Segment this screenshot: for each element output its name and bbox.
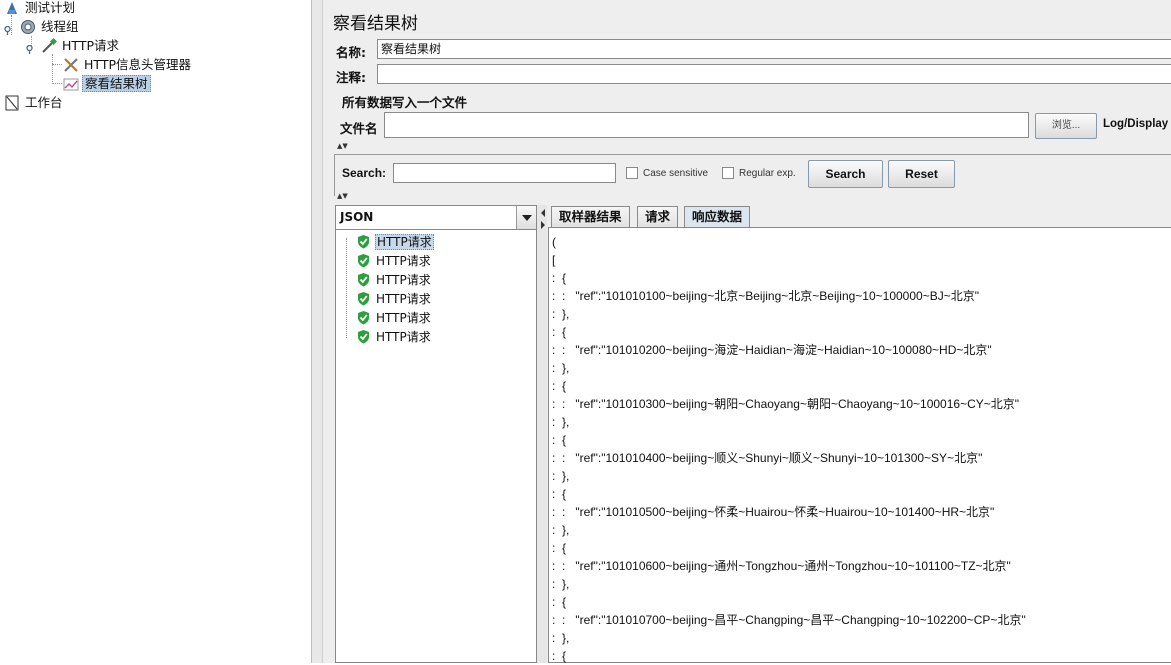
success-shield-icon [356,329,371,344]
pipette-icon [41,37,58,54]
regular-exp-label: Regular exp. [739,168,796,179]
tools-icon [63,57,79,73]
gear-icon [20,19,36,35]
response-line: : }, [552,307,570,321]
tree-connector [52,54,53,84]
response-line: : }, [552,415,570,429]
list-item[interactable]: HTTP请求 [356,270,432,288]
test-plan-icon [4,0,20,16]
case-sensitive-label: Case sensitive [643,168,709,179]
response-line: : : "ref":"101010200~beijing~海淀~Haidian~… [552,343,992,357]
test-plan-tree[interactable]: 测试计划 线程组 HTTP请求 HTTP信息头管理器 察看结果树 工作台 [0,0,311,663]
tree-node-test-plan[interactable]: 测试计划 [4,0,77,16]
result-tree-panel: 察看结果树 名称: 察看结果树 注释: 所有数据写入一个文件 文件名 浏览...… [323,0,1171,663]
comment-label: 注释: [336,70,366,85]
renderer-select[interactable]: JSON [336,206,536,230]
workbench-icon [4,95,20,111]
response-line: : }, [552,577,570,591]
list-item-label: HTTP请求 [376,329,431,344]
response-line: : { [552,433,567,447]
tree-node-result-tree[interactable]: 察看结果树 [63,74,151,92]
filename-label: 文件名 [340,121,378,136]
search-button[interactable]: Search [808,160,883,188]
expand-toggle-icon[interactable] [25,41,34,54]
comment-field[interactable] [377,64,1171,84]
response-line: : : "ref":"101010500~beijing~怀柔~Huairou~… [552,505,995,519]
response-line: : }, [552,361,570,375]
list-item[interactable]: HTTP请求 [356,327,432,345]
regular-exp-checkbox[interactable] [722,167,734,179]
tree-node-thread-group[interactable]: 线程组 [4,17,81,35]
tree-node-http-request[interactable]: HTTP请求 [25,36,121,54]
success-shield-icon [356,234,371,249]
tree-connector [52,64,62,65]
response-data-view[interactable]: ( [ : { : : "ref":"101010100~beijing~北京~Bei… [548,227,1171,663]
response-line: ( [552,235,556,249]
case-sensitive-checkbox[interactable] [626,167,638,179]
collapse-arrows-icon[interactable]: ▲▼ [337,193,348,200]
response-line: : { [552,541,567,555]
list-item-label: HTTP请求 [376,310,431,325]
list-item[interactable]: HTTP请求 [356,251,432,269]
tab-sampler-result[interactable]: 取样器结果 [551,206,630,227]
list-item-label: HTTP请求 [376,253,431,268]
list-item[interactable]: HTTP请求 [356,232,434,250]
response-line: : }, [552,523,570,537]
expand-toggle-icon[interactable] [3,22,12,35]
list-item-label: HTTP请求 [376,291,431,306]
page-title: 察看结果树 [333,14,418,34]
tab-response-data[interactable]: 响应数据 [684,206,751,227]
search-input[interactable] [393,163,616,183]
search-label: Search: [342,166,387,180]
response-line: : { [552,487,567,501]
collapse-arrows-icon[interactable]: ▲▼ [337,143,348,150]
response-line: : : "ref":"101010100~beijing~北京~Beijing~… [552,289,979,303]
response-line: [ [552,253,556,267]
response-line: : { [552,325,567,339]
response-line: : { [552,271,567,285]
list-item[interactable]: HTTP请求 [356,308,432,326]
chart-icon [63,76,79,92]
result-splitter[interactable] [537,205,547,663]
response-line: : }, [552,631,570,645]
name-field[interactable]: 察看结果树 [377,39,1171,59]
response-line: : { [552,379,567,393]
tree-connector [52,83,62,84]
list-item[interactable]: HTTP请求 [356,289,432,307]
panel-splitter[interactable] [311,0,323,663]
log-display-label: Log/Display [1103,118,1169,130]
success-shield-icon [356,291,371,306]
reset-button[interactable]: Reset [888,160,955,188]
response-line: : : "ref":"101010700~beijing~昌平~Changpin… [552,613,1026,627]
tree-node-header-manager[interactable]: HTTP信息头管理器 [63,55,193,73]
tree-connector [346,238,347,338]
success-shield-icon [356,272,371,287]
success-shield-icon [356,253,371,268]
success-shield-icon [356,310,371,325]
list-item-label: HTTP请求 [375,233,434,250]
response-line: : : "ref":"101010300~beijing~朝阳~Chaoyang… [552,397,1020,411]
tab-request[interactable]: 请求 [637,206,679,227]
response-line: : }, [552,469,570,483]
response-line: : : "ref":"101010600~beijing~通州~Tongzhou… [552,559,1011,573]
response-line: : : "ref":"101010400~beijing~顺义~Shunyi~顺… [552,451,983,465]
response-line: : { [552,595,567,609]
browse-button[interactable]: 浏览... [1035,113,1097,139]
file-section-title: 所有数据写入一个文件 [342,95,468,110]
renderer-selected-value: JSON [340,210,374,224]
tree-node-workbench[interactable]: 工作台 [4,93,65,111]
chevron-down-icon[interactable] [516,206,536,229]
filename-field[interactable] [384,112,1029,138]
list-item-label: HTTP请求 [376,272,431,287]
sample-result-list[interactable]: JSON HTTP请求 HTTP请求 HTTP请求 HTTP请求 HTTP请求 HTTP请… [335,205,537,663]
response-line: : { [552,649,567,663]
name-label: 名称: [336,45,366,60]
